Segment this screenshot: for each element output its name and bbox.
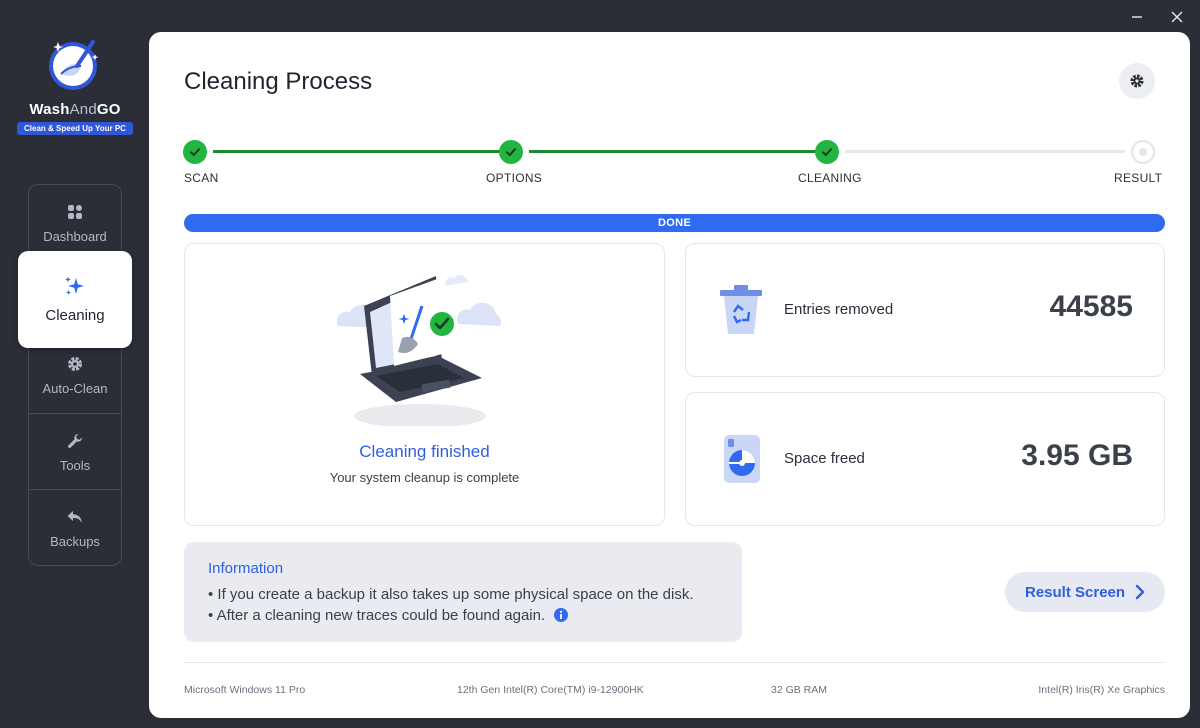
space-freed-card: Space freed 3.95 GB (685, 392, 1165, 526)
sidebar-item-tools[interactable]: Tools (29, 414, 121, 490)
laptop-cleaning-illustration (336, 275, 501, 426)
sidebar-item-label: Backups (50, 533, 100, 549)
space-freed-label: Space freed (784, 450, 865, 467)
cleaning-finished-title: Cleaning finished (359, 442, 490, 461)
entries-removed-label: Entries removed (784, 301, 894, 318)
footer-divider (184, 662, 1165, 663)
space-freed-value: 3.95 GB (1021, 439, 1133, 472)
close-icon (1171, 11, 1183, 23)
dashboard-icon (66, 203, 84, 221)
checkmark-icon (506, 148, 516, 156)
sidebar-item-cleaning[interactable]: Cleaning (18, 251, 132, 348)
chevron-right-icon (1135, 584, 1145, 600)
sidebar-nav: Dashboard Auto-Clean Tools Backups (28, 184, 122, 566)
information-line-with-icon: • After a cleaning new traces could be f… (208, 607, 569, 624)
checkmark-icon (822, 148, 832, 156)
step-label-scan: SCAN (184, 171, 219, 185)
app-tagline: Clean & Speed Up Your PC (17, 122, 133, 135)
sidebar-item-label: Cleaning (45, 307, 105, 324)
close-button[interactable] (1166, 6, 1188, 28)
information-line: • After a cleaning new traces could be f… (208, 607, 546, 624)
step-connector (845, 150, 1125, 153)
app-logo: WashAndGO Clean & Speed Up Your PC (12, 36, 138, 136)
window-controls (1126, 6, 1188, 28)
minimize-icon (1132, 16, 1142, 18)
footer-cpu: 12th Gen Intel(R) Core(TM) i9-12900HK (457, 684, 644, 696)
progress-bar: DONE (184, 214, 1165, 232)
settings-button[interactable] (1119, 63, 1155, 99)
minimize-button[interactable] (1126, 6, 1148, 28)
footer-os: Microsoft Windows 11 Pro (184, 684, 306, 696)
sidebar-item-label: Dashboard (43, 228, 107, 244)
step-connector (529, 150, 817, 153)
information-box: Information • If you create a backup it … (184, 542, 742, 642)
step-connector (213, 150, 501, 153)
sidebar: WashAndGO Clean & Speed Up Your PC Dashb… (0, 0, 149, 728)
undo-icon (66, 508, 84, 526)
footer-gpu: Intel(R) Iris(R) Xe Graphics (1038, 684, 1165, 696)
wrench-icon (66, 432, 84, 450)
info-icon[interactable] (554, 608, 569, 622)
step-label-result: RESULT (1114, 171, 1163, 185)
main-panel: Cleaning Process SCAN OPTIONS CLEANING R… (149, 32, 1190, 718)
result-screen-label: Result Screen (1025, 583, 1126, 601)
entries-removed-value: 44585 (1049, 290, 1133, 323)
step-label-options: OPTIONS (486, 171, 543, 185)
sidebar-item-dashboard[interactable]: Dashboard (29, 185, 121, 261)
step-label-cleaning: CLEANING (798, 171, 862, 185)
gear-icon (66, 355, 84, 373)
step-cleaning-check (815, 140, 839, 164)
sparkle-icon (64, 275, 86, 297)
disk-icon (724, 435, 760, 483)
result-screen-button[interactable]: Result Screen (1005, 572, 1165, 612)
step-result-pending (1131, 140, 1155, 164)
progress-label: DONE (658, 217, 691, 229)
step-options-check (499, 140, 523, 164)
sidebar-item-auto-clean[interactable]: Auto-Clean (29, 337, 121, 413)
page-title: Cleaning Process (184, 68, 373, 95)
footer-ram: 32 GB RAM (771, 684, 828, 696)
entries-removed-card: Entries removed 44585 (685, 243, 1165, 377)
sidebar-item-label: Auto-Clean (42, 380, 108, 396)
sidebar-item-label: Tools (59, 457, 91, 473)
cleaning-finished-subtitle: Your system cleanup is complete (329, 470, 520, 485)
sidebar-item-backups[interactable]: Backups (29, 490, 121, 566)
gear-icon (1130, 74, 1144, 88)
recycle-bin-icon (720, 285, 762, 334)
cleaning-result-card: Cleaning finished Your system cleanup is… (184, 243, 665, 526)
checkmark-icon (190, 148, 200, 156)
step-scan-check (183, 140, 207, 164)
information-line: • If you create a backup it also takes u… (208, 586, 694, 603)
app-name: WashAndGO (29, 101, 121, 118)
broom-logo-icon (49, 40, 99, 90)
information-title: Information (208, 560, 284, 577)
